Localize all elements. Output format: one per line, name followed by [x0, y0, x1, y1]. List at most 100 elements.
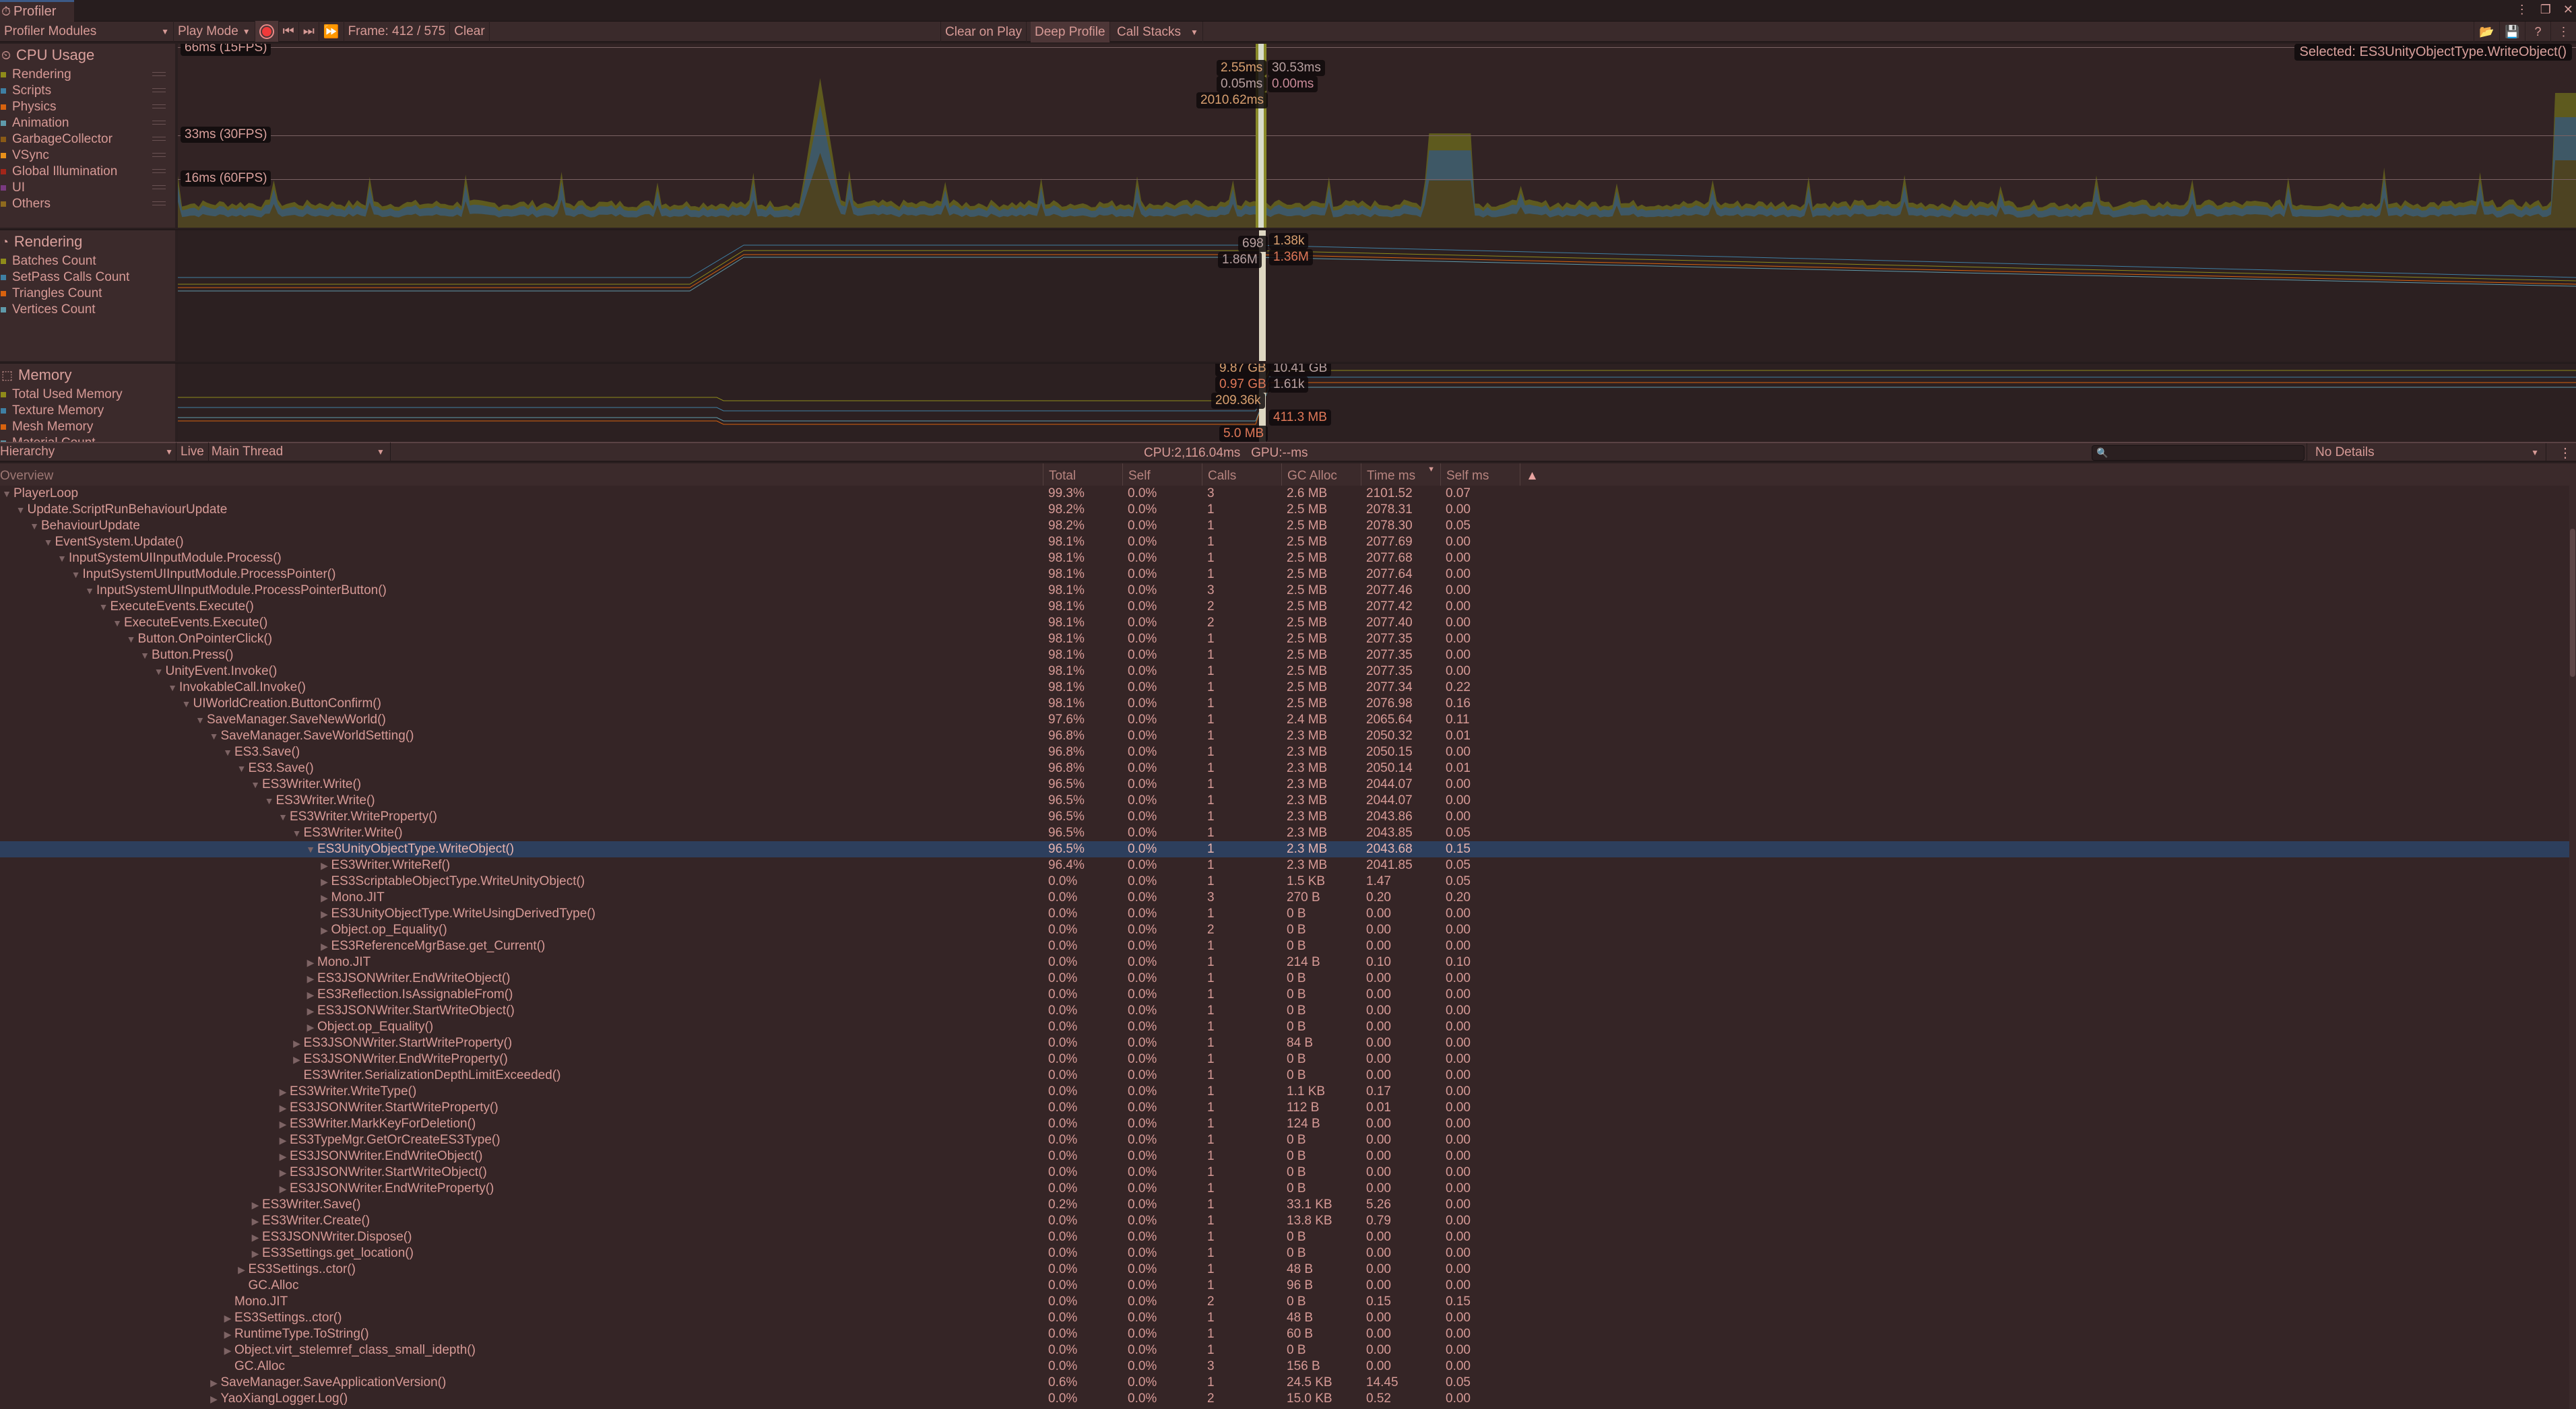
search-input[interactable]: 🔍 — [2092, 445, 2305, 461]
drag-handle-icon[interactable] — [152, 121, 166, 125]
cpu-legend-item[interactable]: VSync — [0, 148, 175, 164]
table-row[interactable]: ▶ Object.op_Equality() 0.0% 0.0% 1 0 B 0.00 0.0… — [0, 1019, 2569, 1035]
help-button[interactable]: ? — [2525, 22, 2550, 42]
table-row[interactable]: ▼ InvokableCall.Invoke() 98.1% 0.0% 1 2.5 MB 2… — [0, 680, 2569, 696]
column-self-ms[interactable]: Self ms — [1440, 463, 1520, 486]
column-self[interactable]: Self — [1122, 463, 1202, 486]
drag-handle-icon[interactable] — [152, 104, 166, 108]
expanded-arrow-icon[interactable]: ▼ — [55, 550, 69, 566]
collapsed-arrow-icon[interactable]: ▶ — [290, 1035, 304, 1051]
memory-legend-item[interactable]: Mesh Memory — [0, 419, 175, 435]
table-row[interactable]: ▼ Button.Press() 98.1% 0.0% 1 2.5 MB 2077.35 0.… — [0, 647, 2569, 663]
next-frame-button[interactable]: ⏭ — [299, 21, 319, 42]
rendering-legend-item[interactable]: Vertices Count — [0, 302, 175, 318]
expanded-arrow-icon[interactable]: ▼ — [14, 502, 28, 518]
table-row[interactable]: ▶ ES3ScriptableObjectType.WriteUnityObjec… — [0, 874, 2569, 890]
table-row[interactable]: GC.Alloc 0.0% 0.0% 3 156 B 0.00 0.00 — [0, 1358, 2569, 1375]
cpu-usage-legend-panel[interactable]: ⏲ CPU Usage Rendering Scripts Physics Anima… — [0, 44, 176, 228]
expanded-arrow-icon[interactable]: ▼ — [0, 486, 13, 502]
cpu-legend-item[interactable]: Others — [0, 196, 175, 212]
current-frame-button[interactable]: ⏩ — [319, 21, 344, 42]
close-icon[interactable]: ✕ — [2563, 3, 2573, 17]
table-row[interactable]: ▶ ES3JSONWriter.StartWriteObject() 0.0% 0.0… — [0, 1003, 2569, 1019]
table-row[interactable]: ▼ InputSystemUIInputModule.Process() 98.1%… — [0, 550, 2569, 566]
table-row[interactable]: ▶ ES3Writer.MarkKeyForDeletion() 0.0% 0.0% 1… — [0, 1116, 2569, 1132]
more-options-icon[interactable]: ⋮ — [2516, 3, 2528, 17]
table-row[interactable]: ▼ ES3UnityObjectType.WriteObject() 96.5% 0.… — [0, 841, 2569, 857]
expanded-arrow-icon[interactable]: ▼ — [83, 583, 96, 599]
rendering-chart[interactable]: 698 1.86M 1.38k 1.36M — [178, 230, 2576, 361]
expanded-arrow-icon[interactable]: ▼ — [290, 825, 304, 841]
collapsed-arrow-icon[interactable]: ▶ — [276, 1181, 290, 1197]
collapsed-arrow-icon[interactable]: ▶ — [304, 1003, 317, 1019]
table-row[interactable]: ▶ ES3JSONWriter.EndWriteProperty() 0.0% 0.0… — [0, 1051, 2569, 1068]
cpu-legend-item[interactable]: UI — [0, 180, 175, 196]
table-row[interactable]: ▼ SaveManager.SaveWorldSetting() 96.8% 0.0%… — [0, 728, 2569, 744]
table-row[interactable]: ▼ ES3Writer.Write() 96.5% 0.0% 1 2.3 MB 2044.0… — [0, 777, 2569, 793]
collapsed-arrow-icon[interactable]: ▶ — [276, 1100, 290, 1116]
collapsed-arrow-icon[interactable]: ▶ — [221, 1342, 234, 1358]
table-row[interactable]: ▶ YaoXiangLogger.Log() 0.0% 0.0% 2 15.0 KB 0.5… — [0, 1391, 2569, 1407]
drag-handle-icon[interactable] — [152, 72, 166, 76]
expanded-arrow-icon[interactable]: ▼ — [235, 760, 249, 777]
drag-handle-icon[interactable] — [152, 137, 166, 141]
collapsed-arrow-icon[interactable]: ▶ — [221, 1310, 234, 1326]
table-row[interactable]: ▶ ES3JSONWriter.EndWriteObject() 0.0% 0.0% 1… — [0, 1148, 2569, 1165]
table-row[interactable]: ▶ Object.op_Equality() 0.0% 0.0% 2 0 B 0.00 0.0… — [0, 922, 2569, 938]
table-row[interactable]: ▼ UIWorldCreation.ButtonConfirm() 98.1% 0.0… — [0, 696, 2569, 712]
expanded-arrow-icon[interactable]: ▼ — [249, 777, 262, 793]
more-button[interactable]: ⋮ — [2550, 22, 2576, 42]
collapsed-arrow-icon[interactable]: ▶ — [221, 1326, 234, 1342]
column-gc-alloc[interactable]: GC Alloc — [1281, 463, 1361, 486]
cpu-legend-item[interactable]: Animation — [0, 115, 175, 131]
collapsed-arrow-icon[interactable]: ▶ — [249, 1229, 262, 1245]
table-row[interactable]: ▼ Button.OnPointerClick() 98.1% 0.0% 1 2.5 MB… — [0, 631, 2569, 647]
clear-on-play-toggle[interactable]: Clear on Play — [940, 22, 1027, 42]
collapsed-arrow-icon[interactable]: ▶ — [318, 938, 331, 954]
collapsed-arrow-icon[interactable]: ▶ — [249, 1197, 262, 1213]
cpu-usage-chart[interactable]: 66ms (15FPS) 33ms (30FPS) 16ms (60FPS) 2… — [178, 44, 2576, 228]
expanded-arrow-icon[interactable]: ▼ — [180, 696, 193, 712]
expanded-arrow-icon[interactable]: ▼ — [69, 566, 83, 583]
column-time-ms[interactable]: Time ms ▼ — [1361, 463, 1440, 486]
drag-handle-icon[interactable] — [152, 153, 166, 157]
expanded-arrow-icon[interactable]: ▼ — [207, 728, 221, 744]
table-row[interactable]: ▶ Mono.JIT 0.0% 0.0% 3 270 B 0.20 0.20 — [0, 890, 2569, 906]
memory-chart[interactable]: 9.87 GB 0.97 GB 209.36k 5.0 MB 10.41 GB … — [178, 364, 2576, 442]
expanded-arrow-icon[interactable]: ▼ — [276, 809, 290, 825]
expanded-arrow-icon[interactable]: ▼ — [304, 841, 317, 857]
expanded-arrow-icon[interactable]: ▼ — [263, 793, 276, 809]
table-row[interactable]: Mono.JIT 0.0% 0.0% 2 0 B 0.15 0.15 — [0, 1294, 2569, 1310]
rendering-legend-item[interactable]: Batches Count — [0, 253, 175, 269]
collapsed-arrow-icon[interactable]: ▶ — [318, 874, 331, 890]
table-row[interactable]: ▼ BehaviourUpdate 98.2% 0.0% 1 2.5 MB 2078.30 0… — [0, 518, 2569, 534]
table-row[interactable]: ▼ ExecuteEvents.Execute() 98.1% 0.0% 2 2.5 MB… — [0, 615, 2569, 631]
table-row[interactable]: ▼ InputSystemUIInputModule.ProcessPointer… — [0, 583, 2569, 599]
collapsed-arrow-icon[interactable]: ▶ — [318, 857, 331, 874]
table-row[interactable]: ▶ ES3Writer.Save() 0.2% 0.0% 1 33.1 KB 5.26 0.0… — [0, 1197, 2569, 1213]
profiler-modules-dropdown[interactable]: Profiler Modules ▼ — [0, 21, 174, 42]
profiler-tab[interactable]: ⏱ Profiler — [0, 0, 74, 22]
memory-legend-item[interactable]: Total Used Memory — [0, 387, 175, 403]
column-total[interactable]: Total — [1043, 463, 1122, 486]
cpu-legend-item[interactable]: Global Illumination — [0, 164, 175, 180]
column-calls[interactable]: Calls — [1202, 463, 1281, 486]
collapsed-arrow-icon[interactable]: ▶ — [304, 987, 317, 1003]
cpu-legend-item[interactable]: GarbageCollector — [0, 131, 175, 148]
collapsed-arrow-icon[interactable]: ▶ — [318, 906, 331, 922]
table-row[interactable]: ▼ SaveManager.SaveNewWorld() 97.6% 0.0% 1 2.4… — [0, 712, 2569, 728]
collapsed-arrow-icon[interactable]: ▶ — [249, 1213, 262, 1229]
table-row[interactable]: ▶ ES3JSONWriter.StartWriteProperty() 0.0% 0… — [0, 1100, 2569, 1116]
expanded-arrow-icon[interactable]: ▼ — [42, 534, 55, 550]
table-row[interactable]: ▼ ES3Writer.Write() 96.5% 0.0% 1 2.3 MB 2044.0… — [0, 793, 2569, 809]
collapsed-arrow-icon[interactable]: ▶ — [276, 1084, 290, 1100]
memory-legend-panel[interactable]: ⬚ Memory Total Used Memory Texture Memory… — [0, 364, 176, 442]
table-row[interactable]: GC.Alloc 0.0% 0.0% 1 96 B 0.00 0.00 — [0, 1278, 2569, 1294]
live-toggle[interactable]: Live — [176, 443, 209, 461]
table-row[interactable]: ▼ Update.ScriptRunBehaviourUpdate 98.2% 0.0… — [0, 502, 2569, 518]
maximize-icon[interactable]: ❐ — [2540, 3, 2551, 17]
table-row[interactable]: ▶ ES3TypeMgr.GetOrCreateES3Type() 0.0% 0.0%… — [0, 1132, 2569, 1148]
cpu-legend-item[interactable]: Physics — [0, 99, 175, 115]
kebab-menu-icon[interactable]: ⋮ — [2558, 445, 2572, 461]
table-row[interactable]: ▼ ES3Writer.WriteProperty() 96.5% 0.0% 1 2.3 … — [0, 809, 2569, 825]
